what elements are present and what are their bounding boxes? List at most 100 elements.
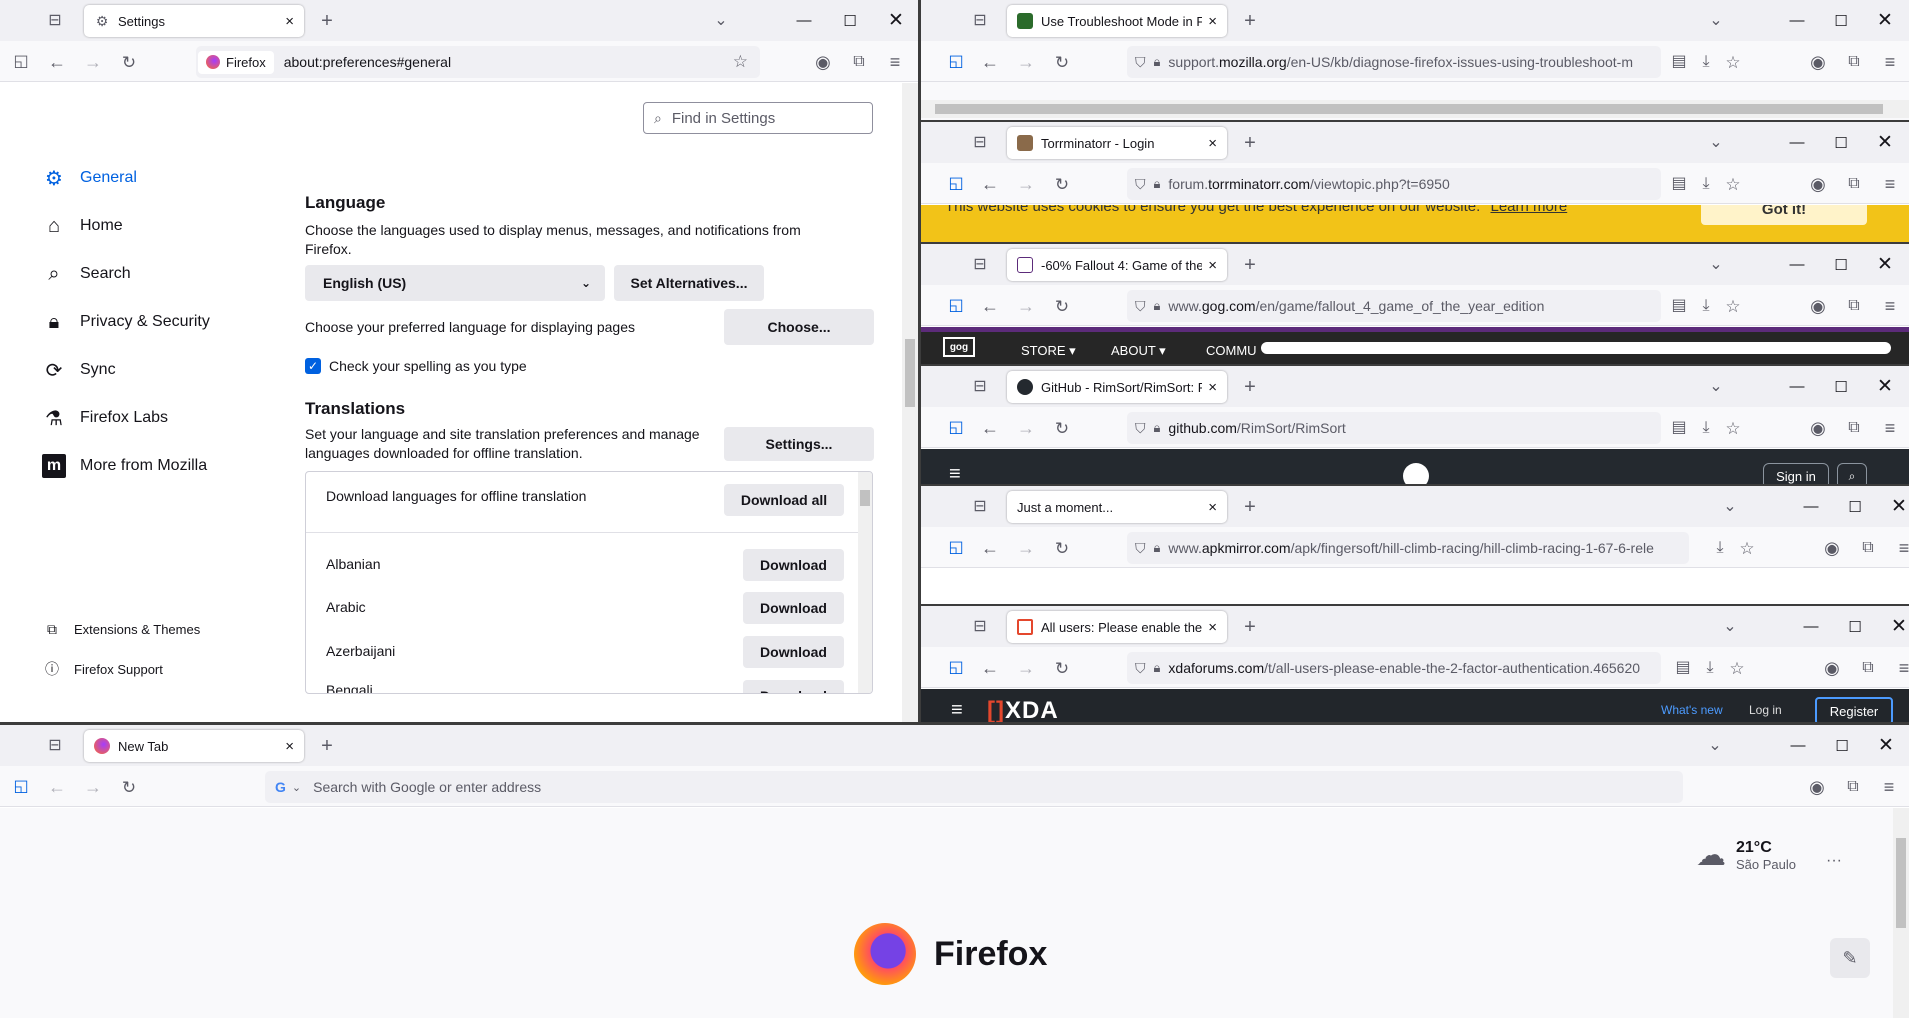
url-bar[interactable]: ⛉ 🔒︎ forum. torrminatorr.com/viewtopic.ph… <box>1127 168 1661 200</box>
save-to-pocket-icon[interactable]: ⤓ <box>1696 173 1716 195</box>
account-icon[interactable]: ◉ <box>1807 51 1829 73</box>
whats-new-link[interactable]: What's new <box>1661 703 1723 717</box>
reload-icon[interactable]: ↻ <box>118 51 140 73</box>
forward-icon[interactable]: → <box>1015 173 1037 195</box>
url-bar[interactable]: ⛉ 🔒︎ www. gog.com/en/game/fallout_4_game_… <box>1127 290 1661 322</box>
spellcheck-checkbox[interactable]: ✓ <box>305 358 321 374</box>
close-window-button[interactable]: ✕ <box>1864 725 1908 766</box>
save-to-pocket-icon[interactable]: ⤓ <box>1700 657 1720 679</box>
reload-icon[interactable]: ↻ <box>1051 51 1073 73</box>
sidebar-toggle-icon[interactable]: ◱ <box>945 51 967 73</box>
sidebar-toggle-icon[interactable]: ◱ <box>10 51 32 73</box>
download-language-button[interactable]: Download <box>743 592 844 624</box>
menu-icon[interactable]: ≡ <box>884 51 906 73</box>
close-tab-icon[interactable]: × <box>1208 135 1217 152</box>
download-language-button[interactable]: Download <box>743 636 844 668</box>
menu-icon[interactable]: ≡ <box>1879 51 1901 73</box>
sidebar-toggle-icon[interactable]: ◱ <box>945 657 967 679</box>
url-bar[interactable]: ⛉ 🔒︎ www. apkmirror.com/apk/fingersoft/hi… <box>1127 532 1689 564</box>
download-language-button[interactable]: Download <box>743 680 844 693</box>
find-in-settings-input[interactable]: ⌕ Find in Settings <box>643 102 873 134</box>
reload-icon[interactable]: ↻ <box>1051 657 1073 679</box>
tab-groups-icon[interactable]: ⊟ <box>969 10 991 32</box>
forward-icon[interactable]: → <box>1015 417 1037 439</box>
horizontal-scrollbar-thumb[interactable] <box>935 104 1883 114</box>
gog-nav-about[interactable]: ABOUT ▾ <box>1111 343 1166 359</box>
new-tab-icon[interactable]: + <box>1239 132 1261 154</box>
save-to-pocket-icon[interactable]: ⤓ <box>1696 417 1716 439</box>
gog-nav-store[interactable]: STORE ▾ <box>1021 343 1076 359</box>
account-icon[interactable]: ◉ <box>1807 417 1829 439</box>
new-tab-icon[interactable]: + <box>1239 254 1261 276</box>
tab-settings[interactable]: ⚙ Settings × <box>84 5 304 37</box>
maximize-button[interactable]: ☐ <box>1819 366 1863 407</box>
star-icon[interactable]: ☆ <box>1727 657 1747 679</box>
weather-widget[interactable]: ☁ 21°C São Paulo <box>1696 838 1796 873</box>
account-icon[interactable]: ◉ <box>1806 776 1828 798</box>
url-bar[interactable]: Firefox about:preferences#general ☆ <box>196 46 760 78</box>
back-icon[interactable]: ← <box>979 51 1001 73</box>
close-tab-icon[interactable]: × <box>285 738 294 755</box>
back-icon[interactable]: ← <box>979 295 1001 317</box>
back-icon[interactable]: ← <box>46 51 68 73</box>
new-tab-icon[interactable]: + <box>1239 10 1261 32</box>
star-icon[interactable]: ☆ <box>1723 295 1743 317</box>
back-icon[interactable]: ← <box>979 417 1001 439</box>
sidebar-item-more-from-mozilla[interactable]: m More from Mozilla <box>42 454 207 478</box>
list-tabs-icon[interactable]: ⌄ <box>1719 616 1741 638</box>
panel-scrollbar[interactable] <box>858 472 872 693</box>
tab-groups-icon[interactable]: ⊟ <box>969 496 991 518</box>
extensions-icon[interactable]: ⧉ <box>1857 657 1879 679</box>
google-icon[interactable]: G <box>275 779 286 795</box>
page-scrollbar[interactable] <box>902 83 918 722</box>
list-tabs-icon[interactable]: ⌄ <box>1705 376 1727 398</box>
reload-icon[interactable]: ↻ <box>1051 295 1073 317</box>
tab-github[interactable]: GitHub - RimSort/RimSort: Rim × <box>1007 371 1227 403</box>
minimize-button[interactable]: — <box>1775 0 1819 41</box>
list-tabs-icon[interactable]: ⌄ <box>1705 132 1727 154</box>
save-to-pocket-icon[interactable]: ⤓ <box>1696 51 1716 73</box>
back-icon[interactable]: ← <box>979 537 1001 559</box>
sidebar-item-search[interactable]: ⌕ Search <box>42 262 130 286</box>
menu-icon[interactable]: ≡ <box>1879 173 1901 195</box>
choose-button[interactable]: Choose... <box>724 309 874 345</box>
sidebar-toggle-icon[interactable]: ◱ <box>10 776 32 798</box>
list-tabs-icon[interactable]: ⌄ <box>1719 496 1741 518</box>
minimize-button[interactable]: — <box>1775 244 1819 285</box>
close-tab-icon[interactable]: × <box>285 13 294 30</box>
log-in-link[interactable]: Log in <box>1749 703 1782 717</box>
extensions-icon[interactable]: ⧉ <box>1843 417 1865 439</box>
download-language-button[interactable]: Download <box>743 549 844 581</box>
menu-icon[interactable]: ≡ <box>1879 295 1901 317</box>
hamburger-icon[interactable]: ≡ <box>951 699 963 722</box>
maximize-button[interactable]: ☐ <box>1819 244 1863 285</box>
tab-groups-icon[interactable]: ⊟ <box>969 376 991 398</box>
learn-more-link[interactable]: Learn more <box>1490 205 1567 215</box>
sidebar-toggle-icon[interactable]: ◱ <box>945 537 967 559</box>
got-it-button[interactable]: Got it! <box>1701 205 1867 225</box>
reader-view-icon[interactable]: ▤ <box>1669 295 1689 317</box>
register-button[interactable]: Register <box>1815 697 1893 722</box>
url-bar[interactable]: ⛉ 🔒︎ support. mozilla.org/en-US/kb/diagno… <box>1127 46 1661 78</box>
xda-logo[interactable]: []XDA <box>987 697 1059 722</box>
github-logo-icon[interactable] <box>1403 463 1429 484</box>
account-icon[interactable]: ◉ <box>812 51 834 73</box>
minimize-button[interactable]: — <box>1775 122 1819 163</box>
page-scrollbar-thumb[interactable] <box>1896 838 1906 928</box>
close-tab-icon[interactable]: × <box>1208 257 1217 274</box>
sidebar-toggle-icon[interactable]: ◱ <box>945 173 967 195</box>
chevron-down-icon[interactable]: ⌄ <box>292 781 301 794</box>
sidebar-item-privacy[interactable]: 🔒︎ Privacy & Security <box>42 310 210 334</box>
close-tab-icon[interactable]: × <box>1208 499 1217 516</box>
tab-torrminatorr[interactable]: Torrminatorr - Login × <box>1007 127 1227 159</box>
forward-icon[interactable]: → <box>1015 537 1037 559</box>
new-tab-icon[interactable]: + <box>1239 496 1261 518</box>
close-window-button[interactable]: ✕ <box>1877 486 1909 527</box>
sidebar-extensions-themes[interactable]: ⧉ Extensions & Themes <box>44 621 200 638</box>
tab-groups-icon[interactable]: ⊟ <box>969 254 991 276</box>
tab-new-tab[interactable]: New Tab × <box>84 730 304 762</box>
extensions-icon[interactable]: ⧉ <box>1843 173 1865 195</box>
forward-icon[interactable]: → <box>1015 657 1037 679</box>
star-icon[interactable]: ☆ <box>1737 537 1757 559</box>
minimize-button[interactable]: — <box>782 0 826 41</box>
